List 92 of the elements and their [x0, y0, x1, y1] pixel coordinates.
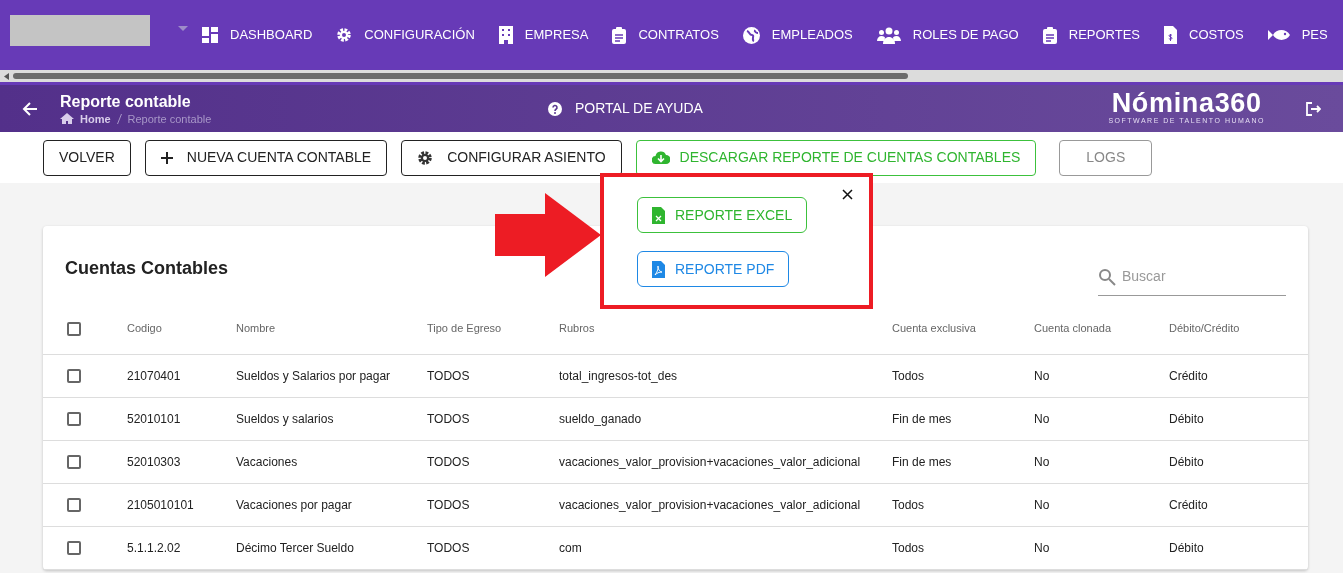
table-cell-text: 52010303	[127, 454, 182, 471]
scroll-left-icon[interactable]	[4, 72, 9, 80]
nav-item[interactable]: CONFIGURACIÓN	[336, 25, 475, 45]
toolbar-button[interactable]: NUEVA CUENTA CONTABLE	[144, 139, 388, 176]
home-icon	[60, 113, 74, 124]
table-cell-text: No	[1034, 497, 1051, 514]
pdf-file-icon	[652, 260, 665, 278]
scrollbar[interactable]	[0, 70, 1343, 82]
table-cell-text: Vacaciones por pagar	[236, 497, 353, 514]
table-cell-text: 2105010101	[127, 497, 195, 514]
table-cell-text: com	[559, 540, 583, 557]
table-cell-text: TODOS	[427, 454, 471, 471]
settings-icon	[336, 27, 353, 43]
table-cell-text: Todos	[892, 540, 926, 557]
table-cell-text: TODOS	[427, 411, 471, 428]
table-cell-text: 52010101	[127, 411, 182, 428]
checkbox[interactable]	[67, 321, 81, 336]
globe-icon	[742, 26, 760, 44]
search-field[interactable]: Buscar	[1122, 266, 1272, 287]
column-header[interactable]: Tipo de Egreso	[427, 320, 559, 337]
table-cell-text: Débito	[1169, 540, 1205, 557]
breadcrumb-current: Reporte contable	[127, 111, 212, 126]
table-cell-text: Décimo Tercer Sueldo	[236, 540, 355, 557]
table-cell-text: TODOS	[427, 368, 471, 385]
table-cell-text: No	[1034, 368, 1051, 385]
settings-icon	[417, 149, 434, 166]
table-cell-text: vacaciones_valor_provision+vacaciones_valor_adicional	[559, 497, 862, 514]
dashboard-icon	[202, 27, 218, 43]
table-cell-text: 5.1.1.2.02	[127, 540, 182, 557]
building-icon	[498, 26, 513, 44]
checkbox[interactable]	[67, 455, 81, 469]
page-title: Reporte contable	[60, 91, 192, 112]
clipboard-icon	[612, 26, 627, 44]
cloud-download-icon	[651, 151, 670, 164]
column-header[interactable]: Cuenta clonada	[1034, 320, 1169, 337]
checkbox[interactable]	[67, 369, 81, 383]
nav-item[interactable]: ROLES DE PAGO	[876, 25, 1019, 45]
toolbar-button[interactable]: VOLVER	[43, 139, 131, 176]
nav-item[interactable]: DASHBOARD	[202, 25, 313, 45]
search-icon	[1098, 267, 1116, 286]
table-cell-text: Todos	[892, 497, 926, 514]
table-cell-text: TODOS	[427, 540, 471, 557]
nav-item[interactable]: COSTOS	[1164, 25, 1244, 45]
column-header[interactable]: Nombre	[236, 320, 427, 337]
table-cell-text: Fin de mes	[892, 411, 953, 428]
nav-item[interactable]: EMPLEADOS	[742, 25, 853, 45]
checkbox[interactable]	[67, 541, 81, 555]
table-cell-text: total_ingresos-tot_des	[559, 368, 679, 385]
back-arrow-icon[interactable]	[22, 100, 38, 117]
table-cell-text: Crédito	[1169, 368, 1209, 385]
checkbox[interactable]	[67, 498, 81, 512]
table-cell-text: No	[1034, 411, 1051, 428]
clipboard-icon	[1042, 26, 1057, 44]
table-cell-text: Sueldos y Salarios por pagar	[236, 368, 392, 385]
table-cell-text: 21070401	[127, 368, 182, 385]
nav-item[interactable]: CONTRATOS	[612, 25, 719, 45]
file-dollar-icon	[1164, 26, 1178, 44]
nav-item[interactable]: EMPRESA	[498, 25, 589, 45]
table-cell-text: sueldo_ganado	[559, 411, 643, 428]
brand-logo-text: Nómina360	[1111, 90, 1262, 117]
column-header[interactable]: Débito/Crédito	[1169, 320, 1308, 337]
breadcrumb-separator-icon	[116, 113, 122, 124]
toolbar-button[interactable]: CONFIGURAR ASIENTO	[401, 139, 622, 176]
checkbox[interactable]	[67, 412, 81, 426]
help-link[interactable]: PORTAL DE AYUDA	[548, 98, 703, 119]
table-cell-text: Fin de mes	[892, 454, 953, 471]
excel-file-icon	[652, 206, 665, 224]
breadcrumb-link[interactable]: Home	[80, 111, 111, 126]
column-header[interactable]: Rubros	[559, 320, 892, 337]
table-cell-text: Débito	[1169, 411, 1205, 428]
table-cell-text: No	[1034, 540, 1051, 557]
column-header[interactable]: Codigo	[127, 320, 236, 337]
table-cell-text: Todos	[892, 368, 926, 385]
column-header[interactable]: Cuenta exclusiva	[892, 320, 1034, 337]
table-cell-text: Vacaciones	[236, 454, 299, 471]
card-title: Cuentas Contables	[65, 257, 229, 280]
table-cell-text: Sueldos y salarios	[236, 411, 335, 428]
table-cell-text: No	[1034, 454, 1051, 471]
nav-item[interactable]: REPORTES	[1042, 25, 1141, 45]
table-cell-text: Débito	[1169, 454, 1205, 471]
caret-icon[interactable]	[178, 25, 188, 31]
close-icon[interactable]	[842, 189, 853, 200]
logout-icon[interactable]	[1305, 100, 1321, 117]
table-cell-text: vacaciones_valor_provision+vacaciones_valor_adicional	[559, 454, 862, 471]
table-cell-text: TODOS	[427, 497, 471, 514]
nav-item[interactable]: PES	[1267, 25, 1328, 45]
table-cell-text: Crédito	[1169, 497, 1209, 514]
menu-button[interactable]: REPORTE PDF	[637, 251, 790, 287]
fish-icon	[1267, 28, 1290, 42]
help-icon	[548, 101, 562, 116]
users-icon	[876, 26, 901, 44]
plus-icon	[160, 151, 173, 164]
